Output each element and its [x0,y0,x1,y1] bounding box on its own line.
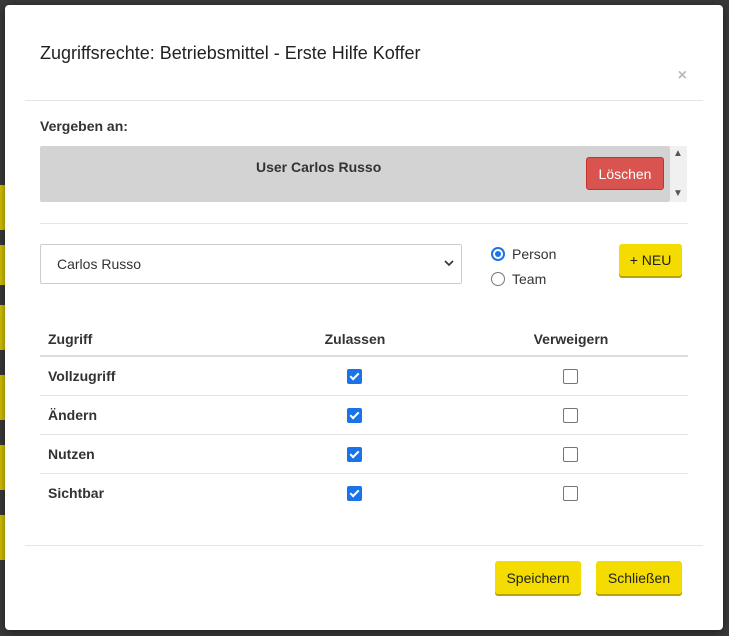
header-allow: Zulassen [256,323,454,357]
radio-team[interactable]: Team [491,271,546,287]
scroll-down-icon[interactable]: ▼ [673,188,683,199]
close-button[interactable]: Schließen [596,561,682,594]
permission-name: Sichtbar [40,473,256,512]
allow-checkbox[interactable] [347,369,363,385]
delete-button[interactable]: Löschen [586,157,664,190]
permission-name: Ändern [40,395,256,435]
header-divider [25,100,703,101]
radio-team-indicator[interactable] [491,272,505,286]
allow-checkbox[interactable] [347,447,363,463]
assigned-list: User Carlos Russo Löschen [40,146,670,202]
allow-checkbox[interactable] [347,408,363,424]
allow-checkbox[interactable] [347,486,363,502]
table-row: Sichtbar [40,473,688,512]
permission-name: Nutzen [40,434,256,474]
assigned-list-scrollbar[interactable]: ▲ ▼ [670,146,687,202]
table-row: Ändern [40,395,688,435]
radio-person-indicator[interactable] [491,247,505,261]
footer-divider [25,545,703,546]
radio-person[interactable]: Person [491,246,556,262]
permissions-modal: Zugriffsrechte: Betriebsmittel - Erste H… [5,5,723,630]
scroll-up-icon[interactable]: ▲ [673,148,683,159]
person-select-value: Carlos Russo [57,256,142,272]
table-header-row: Zugriff Zulassen Verweigern [40,323,688,357]
deny-checkbox[interactable] [563,486,579,502]
assigned-user: User Carlos Russo [256,159,382,175]
section-divider [40,223,688,224]
close-icon[interactable]: × [678,67,687,85]
new-button[interactable]: + NEU [619,244,682,276]
save-button[interactable]: Speichern [495,561,581,594]
permission-name: Vollzugriff [48,368,116,384]
radio-person-label: Person [512,246,557,262]
deny-checkbox[interactable] [563,447,579,463]
header-access: Zugriff [40,323,256,357]
modal-title: Zugriffsrechte: Betriebsmittel - Erste H… [40,43,421,63]
deny-checkbox[interactable] [563,408,579,424]
radio-team-label: Team [512,271,547,287]
table-row: Nutzen [40,434,688,474]
assigned-to-label: Vergeben an: [40,118,128,134]
person-select[interactable]: Carlos Russo [40,244,462,284]
permissions-table: Zugriff Zulassen Verweigern Vollzugriff … [40,323,688,512]
deny-checkbox[interactable] [563,369,579,385]
table-row: Vollzugriff [40,356,688,396]
chevron-down-icon [444,260,454,267]
header-deny: Verweigern [453,323,688,357]
